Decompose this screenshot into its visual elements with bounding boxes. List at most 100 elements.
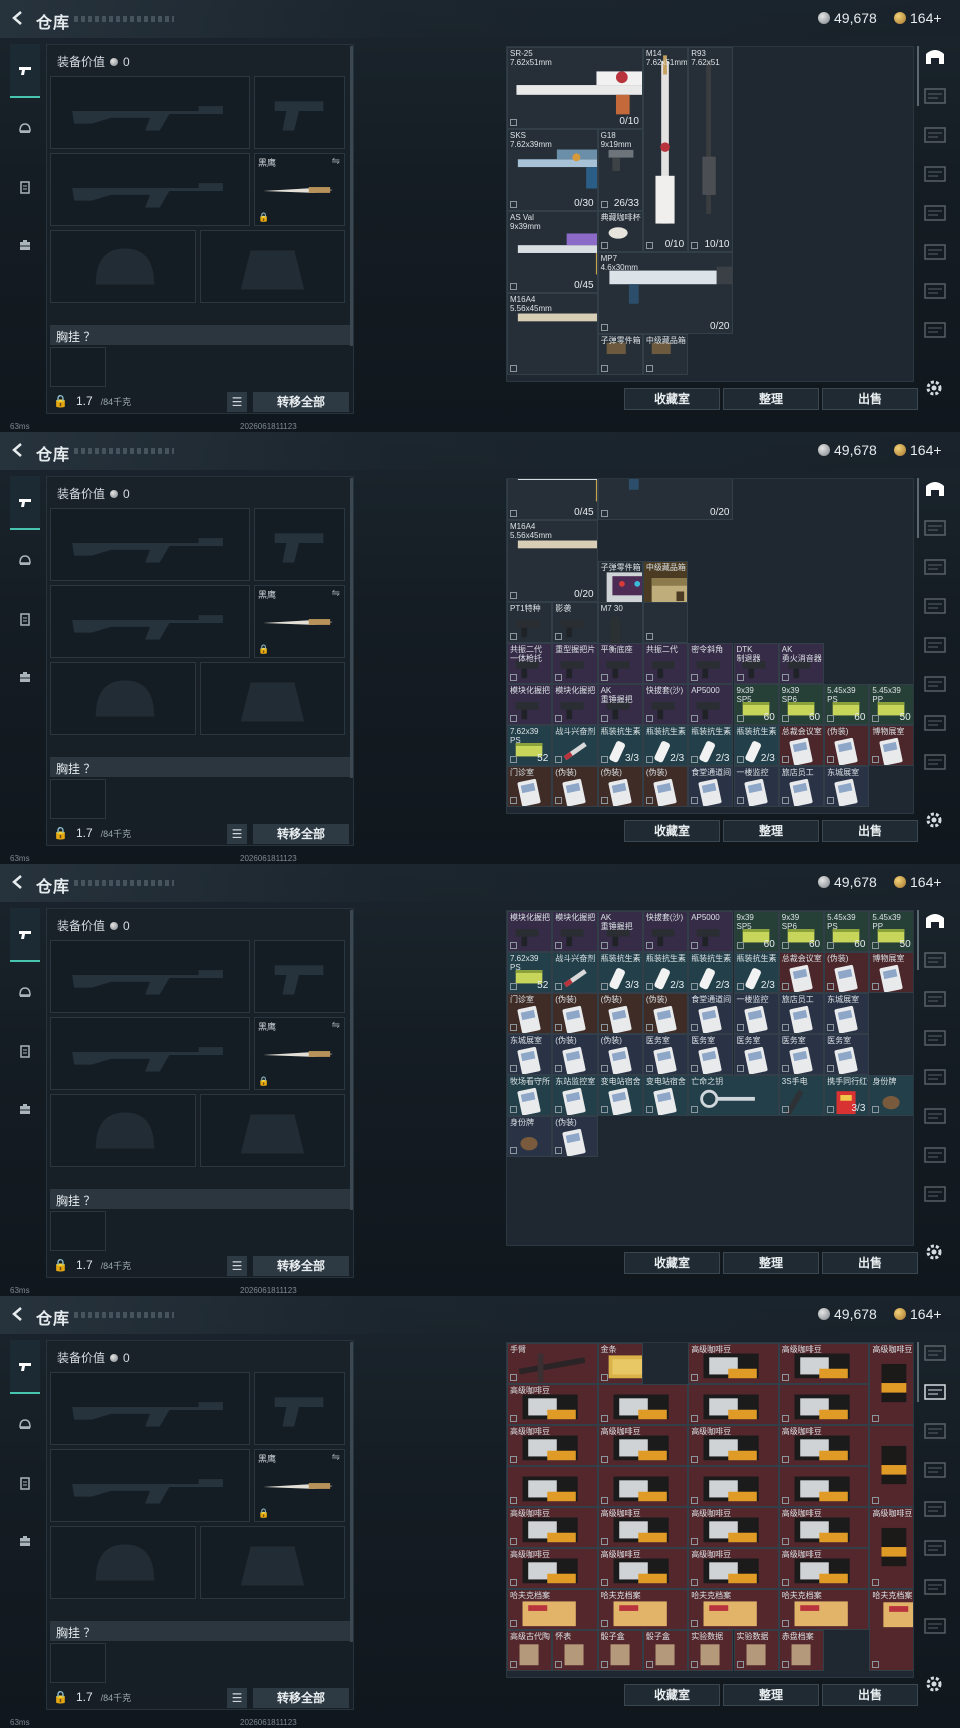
gold-currency[interactable]: 164+ bbox=[894, 1306, 942, 1322]
sort-button[interactable]: 整理 bbox=[723, 1252, 819, 1274]
stash-item[interactable]: 影袭 bbox=[552, 602, 598, 643]
stash-item[interactable]: 亡命之钥 bbox=[688, 1075, 779, 1116]
stash-item[interactable] bbox=[597, 1384, 689, 1425]
stash-item[interactable]: 共振二代 bbox=[642, 643, 689, 684]
stash-item[interactable]: 哈夫克档案 bbox=[597, 1589, 689, 1630]
stash-item[interactable]: 门诊室 bbox=[507, 993, 553, 1034]
storage-tab[interactable] bbox=[922, 1615, 948, 1637]
storage-tab[interactable] bbox=[922, 556, 948, 578]
stash-item[interactable]: 怀表 bbox=[552, 1630, 598, 1671]
sell-button[interactable]: 出售 bbox=[822, 1252, 918, 1274]
stash-item[interactable]: 9x39 SP6 60 bbox=[778, 911, 825, 952]
stash-item[interactable]: 高级咖啡豆 bbox=[778, 1425, 870, 1466]
stash-item[interactable]: 平衡底座 bbox=[597, 643, 643, 684]
stash-item[interactable]: 密令斜角 bbox=[688, 643, 734, 684]
stash-item[interactable]: 瓶装抗生素 3/3 bbox=[597, 725, 643, 766]
helmet-slot[interactable] bbox=[50, 662, 196, 735]
stash-item[interactable]: 共振二代 一体枪托 bbox=[507, 643, 553, 684]
stash-item[interactable]: 高级咖啡豆 bbox=[778, 1507, 870, 1548]
stash-item[interactable]: 瓶装抗生素 2/3 bbox=[733, 725, 779, 766]
stash-item[interactable]: 东城展室 bbox=[507, 1034, 553, 1075]
stash-item[interactable]: 高级咖啡豆 bbox=[869, 1343, 913, 1425]
stash-item[interactable]: 0/45 bbox=[507, 479, 598, 520]
stash-item[interactable]: PT1特种 bbox=[507, 602, 553, 643]
stash-item[interactable]: 医务室 bbox=[778, 1034, 825, 1075]
stash-item[interactable]: AK 重锤握把 bbox=[597, 684, 643, 725]
sell-button[interactable]: 出售 bbox=[822, 388, 918, 410]
tab-helmet[interactable] bbox=[10, 1398, 40, 1452]
swap-icon[interactable]: ⇋ bbox=[332, 588, 340, 599]
stash-item[interactable]: 3S手电 bbox=[778, 1075, 825, 1116]
stash-item[interactable]: 哈夫克档案 bbox=[688, 1589, 779, 1630]
storage-tab[interactable] bbox=[922, 634, 948, 656]
stash-item[interactable]: 东城展室 bbox=[824, 766, 870, 807]
stash-item[interactable]: MP74.6x30mm0/20 bbox=[597, 479, 734, 520]
stash-item[interactable]: 瓶装抗生素 3/3 bbox=[597, 952, 643, 993]
tab-backpack[interactable] bbox=[10, 650, 40, 704]
stash-item[interactable]: G18 9x19mm 26/33 bbox=[597, 129, 643, 211]
stash-item[interactable]: 骰子盒 bbox=[597, 1630, 643, 1671]
stash-item[interactable]: 快拔套(沙) bbox=[642, 911, 689, 952]
settings-button[interactable] bbox=[924, 1674, 944, 1694]
stash-item[interactable]: 博物展室 bbox=[869, 725, 913, 766]
stash-item[interactable]: 模块化握把 bbox=[552, 684, 598, 725]
silver-currency[interactable]: 49,678 bbox=[818, 442, 877, 458]
tab-backpack[interactable] bbox=[10, 1082, 40, 1136]
stash-item[interactable]: DTK 制退器 bbox=[733, 643, 779, 684]
helmet-slot[interactable] bbox=[50, 1526, 196, 1599]
settings-button[interactable] bbox=[924, 1242, 944, 1262]
storage-tab[interactable] bbox=[922, 949, 948, 971]
stash-item[interactable]: 子弹零件箱 bbox=[597, 334, 643, 375]
tab-vest[interactable] bbox=[10, 592, 40, 646]
list-view-button[interactable]: ☰ bbox=[227, 824, 247, 844]
transfer-all-button[interactable]: 转移全部 bbox=[253, 392, 349, 412]
stash-item[interactable]: 高级咖啡豆 bbox=[507, 1425, 598, 1466]
storage-tab[interactable] bbox=[922, 595, 948, 617]
storage-tab[interactable] bbox=[922, 85, 948, 107]
stash-item[interactable]: 牧场看守所 bbox=[507, 1075, 553, 1116]
stash-item[interactable]: AK 重锤握把 bbox=[597, 911, 643, 952]
storage-tab[interactable] bbox=[922, 1537, 948, 1559]
stash-item[interactable]: (伪装) bbox=[597, 1034, 643, 1075]
stash-item[interactable]: AK 勇火消音器 bbox=[778, 643, 825, 684]
stash-item[interactable]: (伪装) bbox=[597, 766, 643, 807]
storage-tab[interactable] bbox=[922, 751, 948, 773]
tab-helmet[interactable] bbox=[10, 102, 40, 156]
tab-gun[interactable] bbox=[10, 1340, 40, 1394]
stash-item[interactable]: (伪装) bbox=[552, 1116, 598, 1157]
stash-item[interactable]: SKS 7.62x39mm 0/30 bbox=[507, 129, 598, 211]
stash-item[interactable]: 瓶装抗生素 2/3 bbox=[642, 725, 689, 766]
stash-item[interactable]: 高级咖啡豆 bbox=[778, 1548, 870, 1589]
storage-tab[interactable] bbox=[922, 1144, 948, 1166]
stash-item[interactable]: M16A4 5.56x45mm bbox=[507, 293, 598, 375]
stash-item[interactable]: AP5000 bbox=[688, 911, 734, 952]
armor-slot[interactable] bbox=[200, 230, 345, 303]
armor-slot[interactable] bbox=[200, 1094, 345, 1167]
stash-item[interactable]: 9x39 SP6 60 bbox=[778, 684, 825, 725]
primary-weapon-slot[interactable] bbox=[50, 940, 250, 1013]
storage-tab[interactable] bbox=[922, 280, 948, 302]
stash-scrollbar[interactable] bbox=[917, 1342, 919, 1402]
storage-tab[interactable] bbox=[922, 1576, 948, 1598]
stash-item[interactable] bbox=[778, 1384, 870, 1425]
stash-item[interactable]: 5.45x39 PS 60 bbox=[824, 911, 870, 952]
stash-item[interactable]: 9x39 SP5 60 bbox=[733, 684, 779, 725]
stash-item[interactable]: 7.62x39 PS 52 bbox=[507, 952, 553, 993]
stash-item[interactable]: 5.45x39 PP 50 bbox=[869, 911, 913, 952]
equipment-scrollbar[interactable] bbox=[350, 46, 353, 346]
knife-slot[interactable]: 黑鹰 ⇋ 🔒 bbox=[254, 585, 345, 658]
silver-currency[interactable]: 49,678 bbox=[818, 10, 877, 26]
stash-item[interactable] bbox=[778, 1466, 870, 1507]
secondary-weapon-slot[interactable] bbox=[50, 153, 250, 226]
storage-tab[interactable] bbox=[922, 988, 948, 1010]
stash-item[interactable]: 5.45x39 PS 60 bbox=[824, 684, 870, 725]
tab-gun[interactable] bbox=[10, 476, 40, 530]
stash-item[interactable] bbox=[507, 1466, 598, 1507]
storage-tab[interactable] bbox=[922, 241, 948, 263]
stash-item[interactable]: 变电站宿舍 bbox=[597, 1075, 643, 1116]
tab-helmet[interactable] bbox=[10, 534, 40, 588]
stash-item[interactable]: 哈夫克档案 bbox=[869, 1589, 913, 1671]
collection-button[interactable]: 收藏室 bbox=[624, 1684, 720, 1706]
storage-tab[interactable] bbox=[922, 1027, 948, 1049]
stash-item[interactable]: 快拔套(沙) bbox=[642, 684, 689, 725]
